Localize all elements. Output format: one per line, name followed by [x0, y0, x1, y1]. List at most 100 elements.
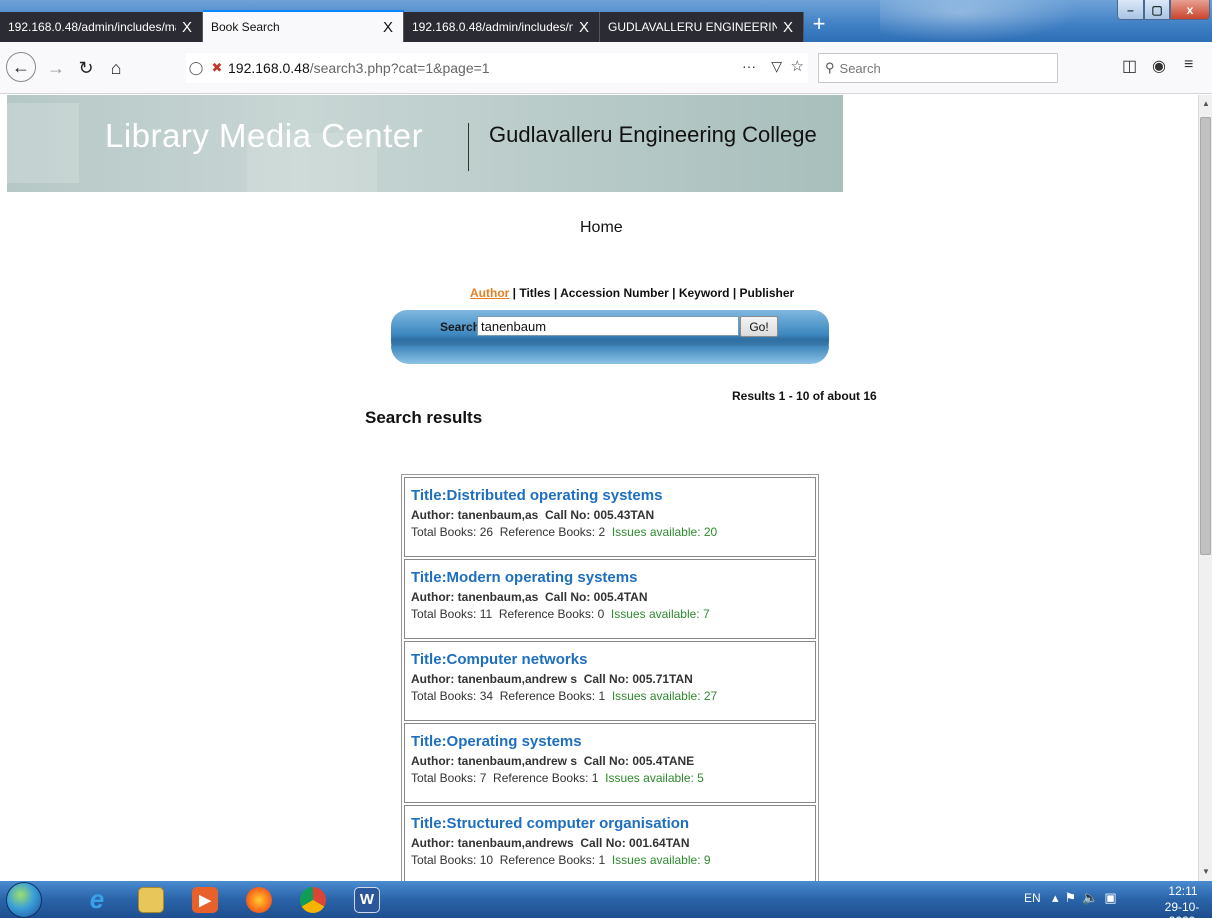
result-call-no: Call No: 005.4TANE — [583, 754, 695, 768]
close-window-button[interactable]: x — [1170, 0, 1210, 20]
result-call-no: Call No: 005.43TAN — [545, 508, 655, 522]
tab-publisher[interactable]: Publisher — [740, 286, 795, 300]
result-author-callno: Author: tanenbaum,andrew s Call No: 005.… — [411, 754, 809, 768]
tab-keyword[interactable]: Keyword — [679, 286, 730, 300]
result-title-link[interactable]: Title:Structured computer organisation — [411, 815, 809, 832]
result-stats: Total Books: 34 Reference Books: 1 Issue… — [411, 689, 809, 703]
page-actions-icon[interactable]: ··· — [742, 58, 756, 74]
scroll-up-arrow-icon[interactable]: ▲ — [1199, 97, 1212, 111]
result-total: Total Books: 11 — [411, 607, 493, 621]
tab-title: GUDLAVALLERU ENGINEERING CO — [608, 20, 777, 34]
search-label: Search — [440, 320, 481, 334]
result-available: Issues available: 27 — [611, 689, 718, 703]
volume-icon[interactable]: 🔈 — [1082, 890, 1104, 905]
bookmark-star-icon[interactable]: ☆ — [791, 57, 804, 75]
result-title-link[interactable]: Title:Distributed operating systems — [411, 487, 809, 504]
clock-date[interactable]: 29-10-2020 — [1154, 900, 1210, 918]
result-available: Issues available: 20 — [611, 525, 718, 539]
clock-time[interactable]: 12:11 — [1160, 884, 1206, 898]
result-call-no: Call No: 005.71TAN — [583, 672, 693, 686]
result-reference: Reference Books: 2 — [499, 525, 606, 539]
address-bar[interactable]: ◯ ✖ 192.168.0.48/search3.php?cat=1&page=… — [186, 53, 808, 83]
taskbar-word[interactable]: W — [342, 883, 392, 916]
tab-title: Book Search — [211, 20, 280, 34]
result-author: Author: tanenbaum,as — [411, 590, 539, 604]
flag-icon[interactable]: ⚑ — [1065, 890, 1083, 905]
menu-icon[interactable]: ≡ — [1184, 56, 1193, 74]
tab-gudlavalleru[interactable]: GUDLAVALLERU ENGINEERING CO X — [600, 12, 804, 42]
result-title-link[interactable]: Title:Modern operating systems — [411, 569, 809, 586]
url-path: /search3.php?cat=1&page=1 — [309, 60, 490, 76]
show-hidden-icon[interactable]: ▴ — [1052, 890, 1065, 905]
result-item: Title:Computer networks Author: tanenbau… — [404, 641, 816, 721]
shield-icon[interactable]: ◯ — [186, 60, 206, 76]
taskbar-media-player[interactable]: ▶ — [180, 883, 230, 916]
browser-search-box[interactable]: ⚲ Search — [818, 53, 1058, 83]
separator: | — [509, 286, 520, 300]
separator: | — [668, 286, 679, 300]
tab-admin-main-1[interactable]: 192.168.0.48/admin/includes/main X — [0, 12, 203, 42]
reload-icon[interactable]: ↻ — [72, 54, 100, 82]
insecure-lock-icon[interactable]: ✖ — [206, 60, 228, 76]
aero-glow — [880, 0, 1080, 42]
navigation-toolbar: ← → ↻ ⌂ ◯ ✖ 192.168.0.48/search3.php?cat… — [0, 42, 1212, 94]
taskbar-chrome[interactable] — [288, 883, 338, 916]
start-button[interactable] — [6, 882, 42, 918]
search-icon: ⚲ — [825, 60, 835, 75]
tab-close-icon[interactable]: X — [577, 19, 591, 36]
account-icon[interactable]: ◉ — [1152, 56, 1166, 76]
result-total: Total Books: 10 — [411, 853, 494, 867]
result-total: Total Books: 26 — [411, 525, 494, 539]
sidebar-icon[interactable]: ◫ — [1122, 56, 1137, 76]
tab-close-icon[interactable]: X — [781, 19, 795, 36]
result-title-link[interactable]: Title:Operating systems — [411, 733, 809, 750]
tab-admin-main-2[interactable]: 192.168.0.48/admin/includes/main X — [404, 12, 600, 42]
result-call-no: Call No: 005.4TAN — [545, 590, 648, 604]
tab-book-search[interactable]: Book Search X — [203, 10, 404, 42]
result-title-link[interactable]: Title:Computer networks — [411, 651, 809, 668]
internet-explorer-icon: e — [89, 884, 105, 914]
go-button[interactable]: Go! — [740, 316, 778, 337]
home-icon[interactable]: ⌂ — [102, 54, 130, 82]
tab-close-icon[interactable]: X — [381, 19, 395, 36]
vertical-scrollbar[interactable]: ▲ ▼ — [1198, 95, 1212, 881]
result-author: Author: tanenbaum,andrews — [411, 836, 574, 850]
pocket-icon[interactable]: ▽ — [771, 58, 782, 75]
home-link[interactable]: Home — [580, 219, 623, 237]
scroll-thumb[interactable] — [1200, 117, 1211, 555]
tab-title: 192.168.0.48/admin/includes/main — [412, 20, 573, 34]
network-icon[interactable]: ▣ — [1104, 890, 1122, 905]
minimize-button[interactable]: – — [1117, 0, 1144, 20]
header-banner: Library Media Center Gudlavalleru Engine… — [7, 95, 843, 192]
search-input[interactable] — [477, 316, 739, 336]
result-item: Title:Operating systems Author: tanenbau… — [404, 723, 816, 803]
tab-strip: 192.168.0.48/admin/includes/main X Book … — [0, 0, 1212, 42]
result-stats: Total Books: 11 Reference Books: 0 Issue… — [411, 607, 809, 621]
result-author-callno: Author: tanenbaum,andrew s Call No: 005.… — [411, 672, 809, 686]
result-available: Issues available: 7 — [610, 607, 710, 621]
language-indicator[interactable]: EN — [1024, 891, 1041, 905]
results-table: Title:Distributed operating systems Auth… — [401, 474, 819, 881]
forward-arrow-icon[interactable]: → — [42, 54, 70, 82]
tab-titles[interactable]: Titles — [519, 286, 550, 300]
search-panel: Search Go! — [391, 310, 829, 364]
result-author-callno: Author: tanenbaum,as Call No: 005.4TAN — [411, 590, 809, 604]
new-tab-button[interactable]: + — [808, 13, 830, 36]
tab-accession-number[interactable]: Accession Number — [560, 286, 669, 300]
taskbar-internet-explorer[interactable]: e — [72, 883, 122, 916]
back-arrow-icon[interactable]: ← — [6, 52, 36, 82]
scroll-down-arrow-icon[interactable]: ▼ — [1199, 865, 1212, 879]
result-item: Title:Structured computer organisation A… — [404, 805, 816, 881]
maximize-button[interactable]: ▢ — [1144, 0, 1170, 20]
result-stats: Total Books: 10 Reference Books: 1 Issue… — [411, 853, 809, 867]
taskbar-file-explorer[interactable] — [126, 883, 176, 916]
result-reference: Reference Books: 1 — [493, 771, 599, 785]
results-heading: Search results — [365, 408, 483, 427]
tab-author[interactable]: Author — [470, 286, 509, 300]
taskbar-firefox[interactable] — [234, 883, 284, 916]
result-item: Title:Distributed operating systems Auth… — [404, 477, 816, 557]
tab-close-icon[interactable]: X — [180, 19, 194, 36]
result-item: Title:Modern operating systems Author: t… — [404, 559, 816, 639]
search-placeholder: Search — [839, 60, 881, 76]
result-total: Total Books: 7 — [411, 771, 487, 785]
